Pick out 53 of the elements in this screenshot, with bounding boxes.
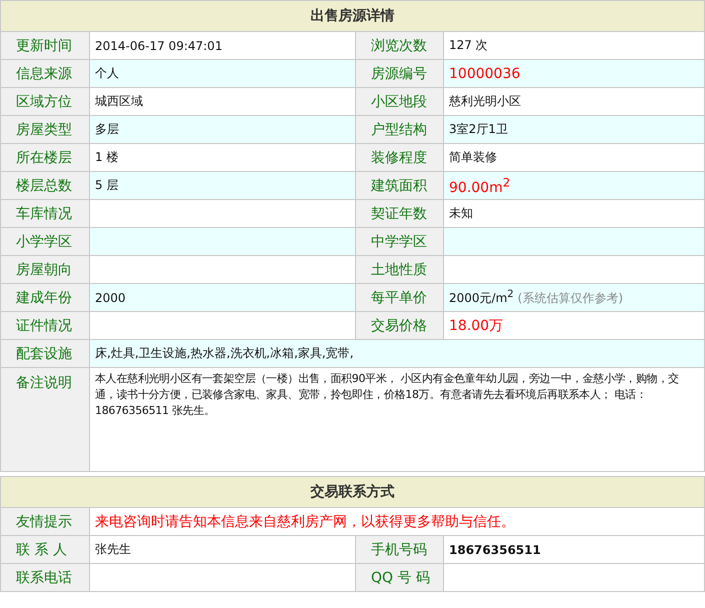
- field-label: 备注说明: [0, 368, 90, 472]
- field-value: 127 次: [444, 32, 704, 60]
- field-label: 房屋朝向: [0, 256, 90, 284]
- field-value: 5 层: [90, 172, 356, 200]
- field-label: 手机号码: [356, 536, 444, 564]
- field-value: 2000元/m$^{2}$ (系统估算仅作参考): [444, 284, 704, 312]
- field-value: 个人: [90, 60, 356, 88]
- field-label: 中学学区: [356, 228, 444, 256]
- field-label: 区域方位: [0, 88, 90, 116]
- field-label: 车库情况: [0, 200, 90, 228]
- field-value: 1 楼: [90, 144, 356, 172]
- field-label: 户型结构: [356, 116, 444, 144]
- field-label: 契证年数: [356, 200, 444, 228]
- field-label: 交易价格: [356, 312, 444, 340]
- field-value: 2014-06-17 09:47:01: [90, 32, 356, 60]
- field-label: 更新时间: [0, 32, 90, 60]
- field-label: 所在楼层: [0, 144, 90, 172]
- field-value: 张先生: [90, 536, 356, 564]
- field-label: 浏览次数: [356, 32, 444, 60]
- field-value: 床,灶具,卫生设施,热水器,洗衣机,冰箱,家具,宽带,: [90, 340, 704, 368]
- field-value: 10000036: [444, 60, 704, 88]
- field-label: 土地性质: [356, 256, 444, 284]
- field-label: 联 系 人: [0, 536, 90, 564]
- section-title: 出售房源详情: [0, 0, 704, 32]
- field-label: 每平单价: [356, 284, 444, 312]
- field-label: 小学学区: [0, 228, 90, 256]
- field-value: 多层: [90, 116, 356, 144]
- field-label: 房屋类型: [0, 116, 90, 144]
- field-label: 建筑面积: [356, 172, 444, 200]
- field-label: 证件情况: [0, 312, 90, 340]
- field-value: 未知: [444, 200, 704, 228]
- field-label: 建成年份: [0, 284, 90, 312]
- field-value: 3室2厅1卫: [444, 116, 704, 144]
- field-value: 简单装修: [444, 144, 704, 172]
- field-value: 2000: [90, 284, 356, 312]
- field-value: 18.00万: [444, 312, 704, 340]
- field-value: 90.00m$^{2}$: [444, 172, 704, 200]
- field-label: 友情提示: [0, 508, 90, 536]
- field-label: 小区地段: [356, 88, 444, 116]
- field-label: 联系电话: [0, 564, 90, 592]
- field-value: 18676356511: [444, 536, 704, 564]
- field-label: 信息来源: [0, 60, 90, 88]
- field-label: 配套设施: [0, 340, 90, 368]
- field-label: 房源编号: [356, 60, 444, 88]
- field-label: QQ 号 码: [356, 564, 444, 592]
- field-value: 来电咨询时请告知本信息来自慈利房产网，以获得更多帮助与信任。: [90, 508, 704, 536]
- field-label: 楼层总数: [0, 172, 90, 200]
- field-value: 城西区域: [90, 88, 356, 116]
- section-title: 交易联系方式: [0, 476, 704, 508]
- field-value: 本人在慈利光明小区有一套架空层（一楼）出售，面积90平米， 小区内有金色童年幼儿园，旁边一中，金慈小学，购物，交通，读书十分方便，已装修含家电、家具、宽带，拎包即住，价格18万。有意者请先去看环境后再联系本人； 电话：18676356511 张先生。: [90, 368, 704, 472]
- field-value: 慈利光明小区: [444, 88, 704, 116]
- note-text: (系统估算仅作参考): [518, 290, 624, 304]
- field-label: 装修程度: [356, 144, 444, 172]
